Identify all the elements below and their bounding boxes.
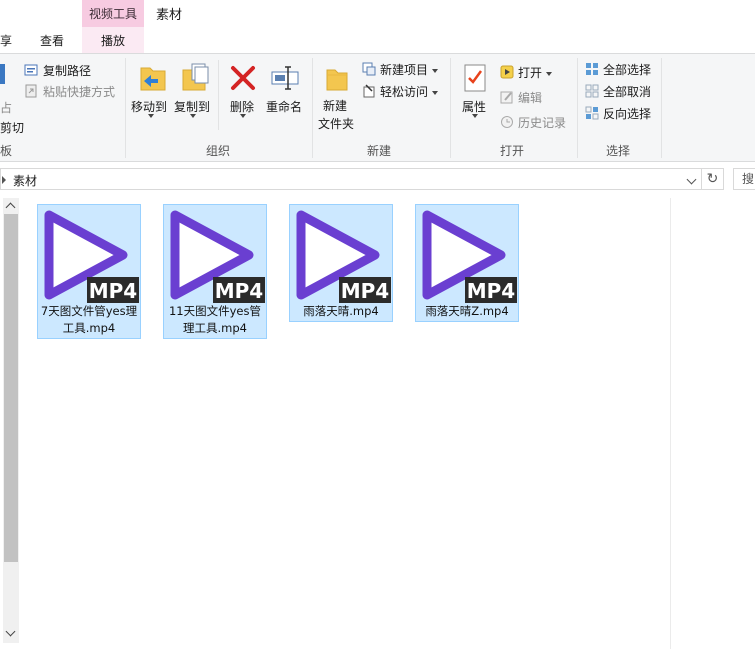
- file-item[interactable]: MP4 雨落天晴Z.mp4: [415, 204, 519, 322]
- new-folder-button[interactable]: 新建: [323, 97, 347, 114]
- copy-path-icon: [24, 63, 38, 77]
- address-bar[interactable]: 素材: [0, 168, 702, 190]
- new-item-icon: [362, 62, 376, 76]
- mp4-badge: MP4: [467, 279, 515, 303]
- group-label-new: 新建: [367, 143, 392, 158]
- copy-to-button[interactable]: 复制到: [174, 98, 210, 115]
- paste-shortcut-button[interactable]: 粘贴快捷方式: [43, 83, 115, 100]
- open-label: 打开: [518, 66, 543, 80]
- breadcrumb-current[interactable]: 素材: [13, 172, 37, 189]
- select-all-icon: [585, 62, 599, 76]
- ribbon: 占 剪切 复制路径 粘贴快捷方式 板 移动到 复制到 删除 重命名 组织 新建 …: [0, 54, 755, 162]
- properties-dropdown-icon[interactable]: [472, 114, 478, 118]
- tab-play[interactable]: 播放: [82, 27, 144, 55]
- easy-access-label: 轻松访问: [380, 85, 429, 99]
- invert-selection-button[interactable]: 反向选择: [603, 105, 651, 122]
- rename-button[interactable]: 重命名: [266, 98, 302, 115]
- delete-dropdown-icon[interactable]: [240, 114, 246, 118]
- file-name: 11天图文件yes管理工具.mp4: [168, 304, 261, 335]
- address-history-dropdown-icon[interactable]: [686, 174, 697, 185]
- history-button[interactable]: 历史记录: [518, 114, 566, 131]
- window-title: 素材: [156, 8, 183, 23]
- breadcrumb-chevron-icon[interactable]: [2, 176, 6, 184]
- file-name: 7天图文件管yes理工具.mp4: [40, 304, 138, 335]
- select-none-button[interactable]: 全部取消: [603, 83, 651, 100]
- invert-selection-icon: [585, 106, 599, 120]
- new-item-label: 新建项目: [380, 63, 429, 77]
- search-input[interactable]: 搜: [733, 168, 755, 190]
- mp4-play-icon: MP4: [422, 210, 517, 303]
- scrollbar-thumb[interactable]: [4, 214, 18, 562]
- group-label-select: 选择: [606, 143, 631, 158]
- scroll-up-icon[interactable]: [5, 202, 16, 213]
- file-item[interactable]: MP4 7天图文件管yes理工具.mp4: [37, 204, 141, 339]
- move-to-button[interactable]: 移动到: [131, 98, 167, 115]
- clipboard-edge-icon: [0, 64, 5, 84]
- move-to-dropdown-icon[interactable]: [148, 114, 154, 118]
- select-all-button[interactable]: 全部选择: [603, 61, 651, 78]
- mp4-play-icon: MP4: [44, 210, 139, 303]
- group-label-clipboard: 板: [0, 143, 13, 158]
- refresh-button[interactable]: ↻: [702, 168, 724, 190]
- scroll-down-icon[interactable]: [5, 626, 16, 637]
- tab-share[interactable]: 享: [0, 27, 12, 54]
- copy-path-button[interactable]: 复制路径: [43, 62, 91, 79]
- ribbon-separator: [450, 58, 451, 158]
- tab-view[interactable]: 查看: [40, 27, 64, 54]
- open-button[interactable]: 打开: [518, 64, 553, 81]
- rename-icon: [270, 64, 300, 95]
- open-dropdown-icon[interactable]: [546, 71, 553, 76]
- new-folder-button-line2[interactable]: 文件夹: [318, 115, 354, 132]
- copy-to-dropdown-icon[interactable]: [190, 114, 196, 118]
- ribbon-separator: [125, 58, 126, 158]
- delete-button[interactable]: 删除: [230, 98, 254, 115]
- open-icon: [500, 65, 514, 79]
- edit-icon: [500, 90, 514, 104]
- mp4-badge: MP4: [215, 279, 263, 303]
- edit-button[interactable]: 编辑: [518, 89, 542, 106]
- properties-button[interactable]: 属性: [462, 98, 486, 115]
- new-item-dropdown-icon[interactable]: [432, 68, 439, 73]
- mp4-play-icon: MP4: [170, 210, 265, 303]
- easy-access-dropdown-icon[interactable]: [432, 90, 439, 95]
- paste-shortcut-icon: [24, 84, 38, 98]
- clipboard-fragment: 占: [0, 101, 13, 115]
- ribbon-inner-separator: [218, 60, 219, 130]
- history-icon: [500, 115, 514, 129]
- file-name: 雨落天晴.mp4: [303, 304, 379, 318]
- ribbon-separator: [661, 58, 662, 158]
- ribbon-separator: [577, 58, 578, 158]
- select-none-icon: [585, 84, 599, 98]
- file-item[interactable]: MP4 11天图文件yes管理工具.mp4: [163, 204, 267, 339]
- move-to-icon: [138, 62, 168, 97]
- copy-to-icon: [180, 62, 210, 97]
- properties-icon: [462, 62, 488, 97]
- new-folder-icon: [324, 62, 350, 97]
- group-label-open: 打开: [500, 143, 525, 158]
- new-item-button[interactable]: 新建项目: [380, 61, 439, 78]
- mp4-badge: MP4: [89, 279, 137, 303]
- group-label-organize: 组织: [206, 143, 231, 158]
- cut-button[interactable]: 剪切: [0, 119, 24, 136]
- ribbon-separator: [312, 58, 313, 158]
- easy-access-button[interactable]: 轻松访问: [380, 83, 439, 100]
- file-name: 雨落天晴Z.mp4: [425, 304, 509, 318]
- file-item[interactable]: MP4 雨落天晴.mp4: [289, 204, 393, 322]
- ribbon-tab-strip: 视频工具 播放 素材 享 查看: [0, 0, 755, 55]
- delete-icon: [229, 64, 257, 95]
- context-tab-group-video-tools: 视频工具: [82, 0, 144, 27]
- mp4-badge: MP4: [341, 279, 389, 303]
- refresh-icon: ↻: [706, 171, 719, 187]
- easy-access-icon: [362, 84, 376, 98]
- pane-divider: [670, 198, 671, 649]
- mp4-play-icon: MP4: [296, 210, 391, 303]
